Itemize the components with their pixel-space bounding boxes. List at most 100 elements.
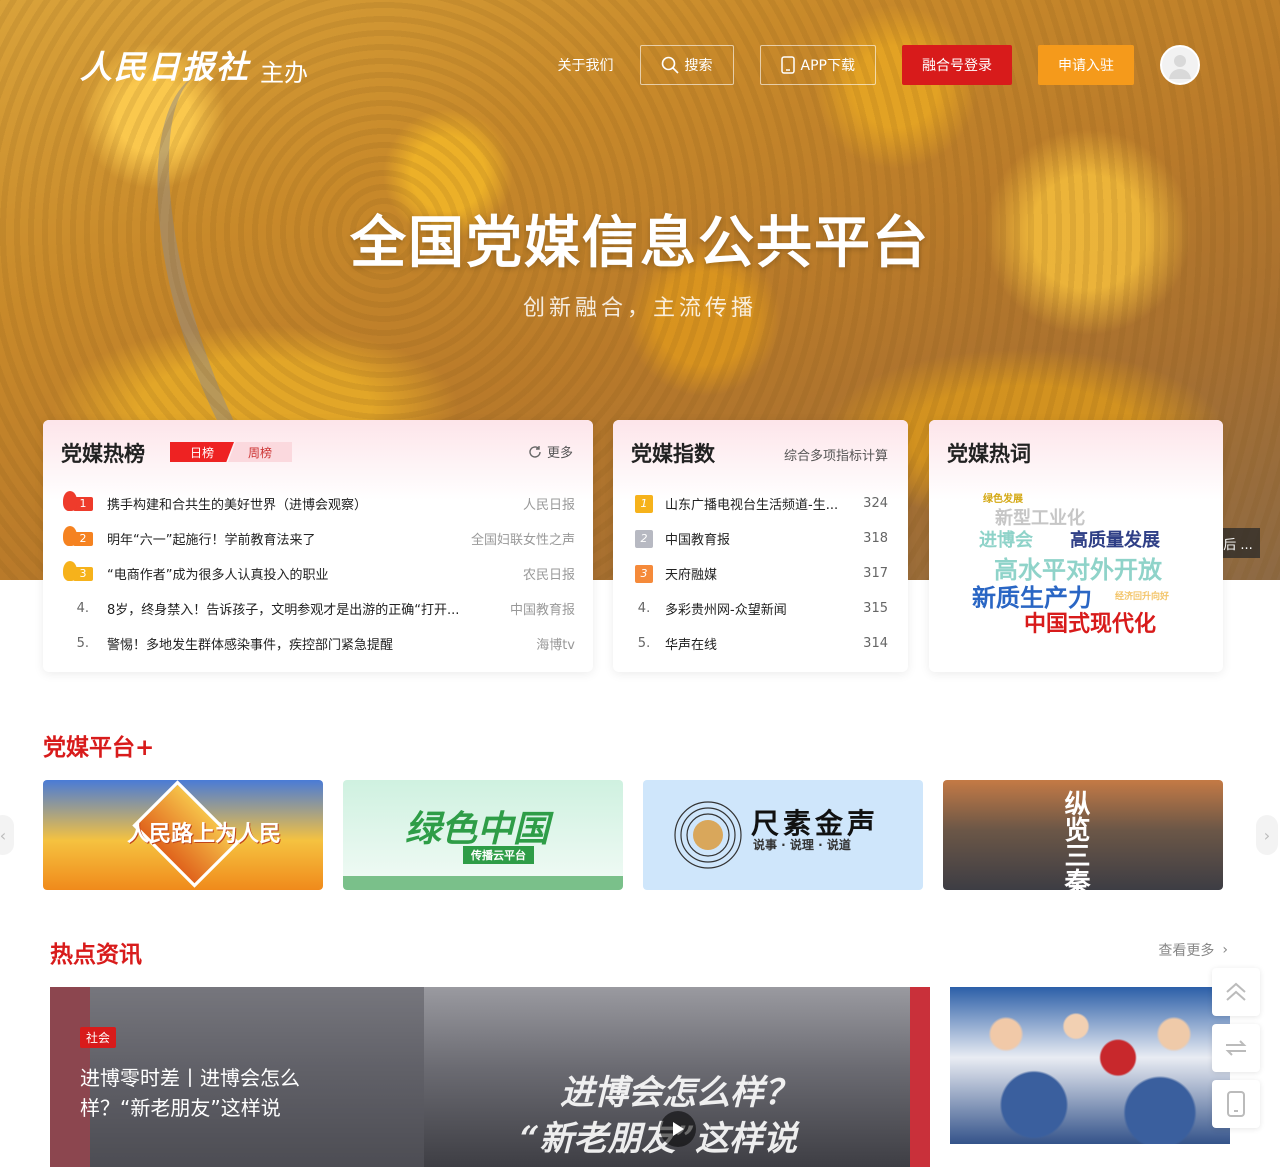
hot-item-source: 海博tv [536,638,575,653]
refresh-icon [529,445,541,458]
tab-daily[interactable]: 日榜 [170,442,234,462]
hot-word[interactable]: 进博会 [979,526,1033,552]
flame-icon [63,525,77,546]
back-to-top-button[interactable] [1212,968,1260,1016]
nav-search-label: 搜索 [684,58,713,74]
hot-item[interactable]: 3 “电商作者”成为很多人认真投入的职业 农民日报 [61,556,575,591]
play-icon [673,1122,684,1136]
students-photo [950,987,1230,1144]
index-item[interactable]: 2 中国教育报 318 [635,521,888,556]
hero-subtitle: 创新融合，主流传播 [522,296,757,321]
hot-item[interactable]: 4. 8岁，终身禁入！告诉孩子，文明参观才是出游的正确“打开... 中国教育报 [61,591,575,626]
rank-number: 4. [76,601,89,616]
nav-search-button[interactable]: 搜索 [639,45,734,85]
logo-mark: 人民日报社 [80,48,251,86]
index-item-name: 多彩贵州网-众望新闻 [665,603,787,618]
hot-item-title: 携手构建和合共生的美好世界（进博会观察） [107,498,368,513]
carousel-next-button[interactable]: › [1256,815,1278,855]
platform-card-label: 绿色中国 [405,809,550,850]
platform-card-tag: 说事 · 说理 · 说道 [753,838,851,852]
hot-word[interactable]: 绿色发展 [983,490,1023,505]
hot-word[interactable]: 中国式现代化 [1024,606,1156,638]
rank-badge-3: 3 [61,560,99,583]
hot-list-tabs: 日榜 周榜 [170,442,292,462]
hot-item[interactable]: 1 携手构建和合共生的美好世界（进博会观察） 人民日报 [61,486,575,521]
hot-more-label: 更多 [546,446,573,461]
index-item-name: 华声在线 [665,638,718,653]
rank-number: 5. [637,636,651,651]
news-featured[interactable]: 进博会怎么样？ “新老朋友”这样说 社会 进博零时差丨进博会怎么样？“新老朋友”… [50,987,930,1167]
platform-ground [343,876,623,890]
nav-about-link[interactable]: 关于我们 [558,55,614,75]
user-icon [1169,55,1191,79]
rank-badge-2: 2 [61,525,99,548]
hot-list-card: 党媒热榜 日榜 周榜 更多 1 携手构建和合共生的美好世界（进博会观察） 人民日… [43,420,593,672]
platform-card-shaanxi[interactable]: 纵览三秦 [943,780,1223,890]
tab-weekly[interactable]: 周榜 [228,442,292,462]
hot-item[interactable]: 2 明年“六一”起施行！学前教育法来了 全国妇联女性之声 [61,521,575,556]
hot-list-title: 党媒热榜 [61,442,145,466]
phone-icon [780,56,795,74]
hot-word[interactable]: 经济回升向好 [1115,589,1169,602]
logo-sub: 主办 [260,59,309,87]
ripple-emblem-icon [674,801,742,869]
news-more-label: 查看更多 [1158,943,1215,959]
platform-card-people[interactable]: 人民路上为人民 [43,780,323,890]
hot-more-button[interactable]: 更多 [528,442,573,461]
logo[interactable]: 人民日报社 主办 [80,42,308,88]
flame-icon [63,560,77,581]
phone-icon [1227,1091,1245,1117]
apply-button[interactable]: 申请入驻 [1038,45,1134,85]
double-chevron-up-icon [1226,982,1246,1001]
hot-item[interactable]: 5. 警惕！多地发生群体感染事件，疾控部门紧急提醒 海博tv [61,626,575,661]
news-calligraphy-line2: “新老朋友”这样说 [520,1119,798,1159]
index-item-score: 324 [863,496,888,511]
rank-badge-1: 1 [61,490,99,513]
play-button[interactable] [660,1111,696,1147]
search-icon [661,56,679,74]
hot-word[interactable]: 高质量发展 [1070,526,1160,552]
medal-silver-icon: 2 [635,529,653,548]
news-more-link[interactable]: 查看更多 › [1158,940,1228,960]
index-item-name: 天府融媒 [665,568,718,583]
platform-section-title: 党媒平台+ [43,735,155,761]
platform-card-label: 纵览三秦 [1060,790,1090,890]
medal-gold-icon: 1 [635,494,653,513]
index-item[interactable]: 5. 华声在线 314 [635,626,888,661]
mobile-button[interactable] [1212,1080,1260,1128]
hot-item-source: 中国教育报 [509,603,575,618]
hot-item-title: 警惕！多地发生群体感染事件，疾控部门紧急提醒 [107,638,394,653]
rank-number: 5. [76,636,89,651]
news-bg-pillar [910,987,930,1167]
hot-item-title: “电商作者”成为很多人认真投入的职业 [107,568,329,583]
index-item-name: 山东广播电视台生活频道-生... [665,498,839,513]
platform-card-green-china[interactable]: 绿色中国 传播云平台 [343,780,623,890]
news-calligraphy-line1: 进博会怎么样？ [560,1073,798,1113]
platform-card-chisu[interactable]: 尺素金声 说事 · 说理 · 说道 [643,780,923,890]
hot-item-source: 农民日报 [522,568,575,583]
hero-title: 全国党媒信息公共平台 [350,211,930,276]
index-item[interactable]: 1 山东广播电视台生活频道-生... 324 [635,486,888,521]
index-card: 党媒指数 综合多项指标计算 1 山东广播电视台生活频道-生... 324 2 中… [613,420,908,672]
index-item[interactable]: 3 天府融媒 317 [635,556,888,591]
nav-app-label: APP下载 [800,58,855,74]
index-item-score: 317 [863,566,888,581]
index-item-name: 中国教育报 [665,533,731,548]
chevron-left-icon: ‹ [0,825,7,845]
switch-button[interactable] [1212,1024,1260,1072]
hot-words-card: 党媒热词 绿色发展 新型工业化 进博会 高质量发展 高水平对外开放 新质生产力 … [929,420,1223,672]
index-title: 党媒指数 [631,442,715,466]
news-side-image[interactable] [950,987,1230,1144]
chevron-right-icon: › [1222,942,1228,958]
carousel-prev-button[interactable]: ‹ [0,815,14,855]
hot-list: 1 携手构建和合共生的美好世界（进博会观察） 人民日报 2 明年“六一”起施行！… [61,486,575,661]
hot-item-title: 8岁，终身禁入！告诉孩子，文明参观才是出游的正确“打开... [107,603,460,618]
news-section-title: 热点资讯 [50,942,142,968]
login-button[interactable]: 融合号登录 [902,45,1012,85]
avatar[interactable] [1160,45,1200,85]
medal-bronze-icon: 3 [635,564,653,583]
index-item-score: 315 [863,601,888,616]
index-item[interactable]: 4. 多彩贵州网-众望新闻 315 [635,591,888,626]
hot-item-source: 人民日报 [522,498,575,513]
nav-app-download-button[interactable]: APP下载 [759,45,876,85]
